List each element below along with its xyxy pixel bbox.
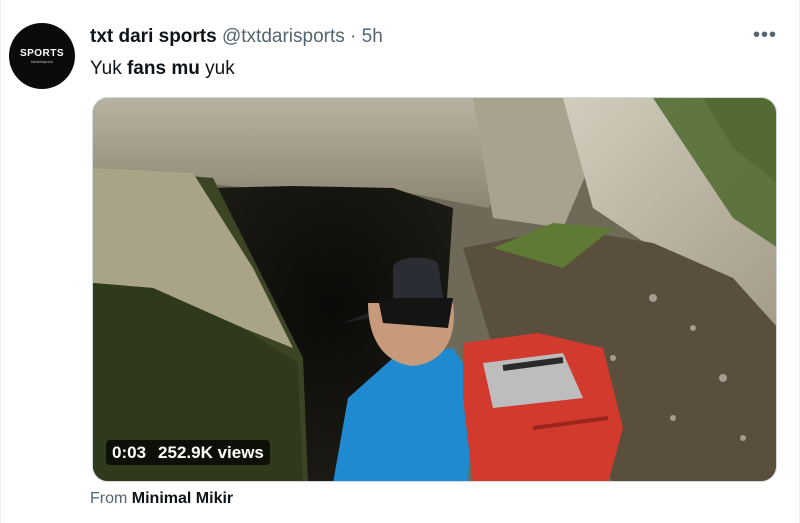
source-name-link[interactable]: Minimal Mikir <box>132 490 233 507</box>
video-duration: 0:03 <box>112 443 147 462</box>
timestamp[interactable]: 5h <box>362 26 383 47</box>
video-info-badge: 0:03 252.9K views <box>106 440 270 465</box>
video-player[interactable] <box>92 97 777 482</box>
source-prefix: From <box>90 490 132 507</box>
tweet-text-bold: fans mu <box>126 58 200 79</box>
avatar-logo-subtext: txtdarisports <box>31 58 53 64</box>
tweet-text: Yuk fans mu yuk <box>90 57 235 81</box>
tweet-text-end: yuk <box>199 58 235 79</box>
user-handle[interactable]: @txtdarisports <box>222 26 345 47</box>
tweet-card[interactable]: SPORTS txtdarisports txt dari sports @tx… <box>0 0 800 523</box>
tweet-text-start: Yuk <box>90 58 127 79</box>
avatar-logo-text: SPORTS <box>19 47 65 59</box>
video-source: From Minimal Mikir <box>90 489 233 509</box>
more-horizontal-icon[interactable]: ••• <box>753 25 777 45</box>
avatar[interactable]: SPORTS txtdarisports <box>9 23 75 89</box>
video-views: 252.9K views <box>158 443 264 462</box>
tweet-header: txt dari sports @txtdarisports · 5h <box>90 25 383 49</box>
display-name[interactable]: txt dari sports <box>90 26 217 47</box>
video-frame <box>93 98 776 481</box>
header-separator: · <box>350 26 357 47</box>
